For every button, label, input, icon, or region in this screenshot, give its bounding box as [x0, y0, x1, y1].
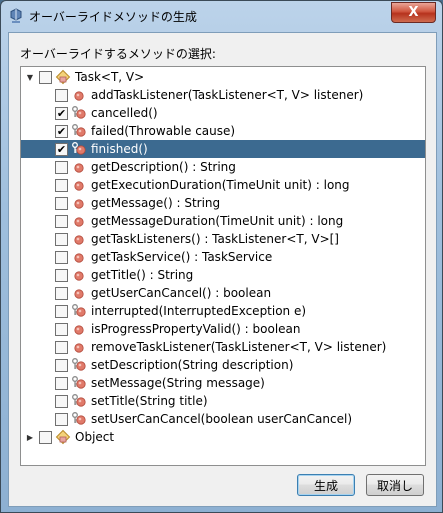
method-checkbox[interactable]: [55, 214, 68, 228]
tree-method-node[interactable]: getTitle() : String: [21, 266, 425, 284]
method-checkbox[interactable]: [55, 160, 68, 174]
method-checkbox[interactable]: ✔: [55, 124, 68, 138]
method-checkbox[interactable]: [55, 232, 68, 246]
method-label: addTaskListener(TaskListener<T, V> liste…: [91, 88, 364, 102]
tree-class-node[interactable]: ▶ Object: [21, 428, 425, 446]
method-select-prompt: オーバーライドするメソッドの選択:: [20, 47, 216, 61]
tree-method-node[interactable]: setTitle(String title): [21, 392, 425, 410]
tree-method-node[interactable]: isProgressPropertyValid() : boolean: [21, 320, 425, 338]
method-checkbox[interactable]: [39, 430, 52, 444]
protected-method-icon: [71, 141, 87, 157]
protected-method-icon: [71, 105, 87, 121]
method-checkbox[interactable]: [55, 286, 68, 300]
tree-method-node[interactable]: getMessage() : String: [21, 194, 425, 212]
method-icon: [71, 285, 87, 301]
method-label: getTaskListeners() : TaskListener<T, V>[…: [91, 232, 339, 246]
method-checkbox[interactable]: [55, 376, 68, 390]
method-icon: [71, 249, 87, 265]
dialog-body: オーバーライドするメソッドの選択: ▼ Task<T, V> addTaskList…: [8, 32, 437, 507]
protected-method-icon: [71, 357, 87, 373]
method-checkbox[interactable]: [55, 340, 68, 354]
method-checkbox[interactable]: ✔: [55, 106, 68, 120]
method-checkbox[interactable]: [55, 250, 68, 264]
method-label: getMessageDuration(TimeUnit unit) : long: [91, 214, 344, 228]
method-icon: [71, 321, 87, 337]
method-label: getExecutionDuration(TimeUnit unit) : lo…: [91, 178, 350, 192]
tree-method-node[interactable]: setUserCanCancel(boolean userCanCancel): [21, 410, 425, 428]
method-checkbox[interactable]: [55, 304, 68, 318]
tree-method-node[interactable]: getDescription() : String: [21, 158, 425, 176]
tree-method-node[interactable]: getUserCanCancel() : boolean: [21, 284, 425, 302]
tree-method-node[interactable]: setDescription(String description): [21, 356, 425, 374]
method-label: removeTaskListener(TaskListener<T, V> li…: [91, 340, 387, 354]
method-checkbox[interactable]: [55, 322, 68, 336]
tree-method-node[interactable]: getExecutionDuration(TimeUnit unit) : lo…: [21, 176, 425, 194]
close-icon: X: [408, 5, 419, 20]
method-tree[interactable]: ▼ Task<T, V> addTaskListener(TaskListener<…: [20, 66, 426, 466]
method-icon: [71, 177, 87, 193]
method-checkbox[interactable]: [55, 88, 68, 102]
window-title: オーバーライドメソッドの生成: [29, 10, 197, 24]
method-label: getTaskService() : TaskService: [91, 250, 273, 264]
dialog-window: オーバーライドメソッドの生成 X オーバーライドするメソッドの選択: ▼ Task…: [0, 0, 443, 513]
collapsed-arrow-icon[interactable]: ▶: [25, 428, 35, 446]
method-label: finished(): [91, 142, 148, 156]
protected-method-icon: [71, 375, 87, 391]
method-icon: [71, 87, 87, 103]
cancel-button[interactable]: 取消し: [366, 474, 424, 496]
tree-method-node[interactable]: setMessage(String message): [21, 374, 425, 392]
tree-method-node[interactable]: interrupted(InterruptedException e): [21, 302, 425, 320]
method-label: getTitle() : String: [91, 268, 194, 282]
method-label: setMessage(String message): [91, 376, 265, 390]
method-label: cancelled(): [91, 106, 158, 120]
tree-method-node[interactable]: getTaskListeners() : TaskListener<T, V>[…: [21, 230, 425, 248]
expanded-arrow-icon[interactable]: ▼: [25, 68, 35, 86]
class-icon: [55, 69, 71, 85]
class-label: Object: [75, 430, 115, 444]
method-checkbox[interactable]: [55, 268, 68, 282]
protected-method-icon: [71, 303, 87, 319]
title-bar[interactable]: オーバーライドメソッドの生成 X: [1, 1, 442, 31]
method-label: failed(Throwable cause): [91, 124, 236, 138]
method-icon: [71, 339, 87, 355]
method-label: setTitle(String title): [91, 394, 208, 408]
method-label: setUserCanCancel(boolean userCanCancel): [91, 412, 352, 426]
method-label: getMessage() : String: [91, 196, 221, 210]
class-icon: [55, 429, 71, 445]
generate-button[interactable]: 生成: [297, 474, 355, 496]
java-cup-icon: [9, 8, 23, 24]
tree-method-node[interactable]: ✔ finished(): [21, 140, 425, 158]
tree-method-node[interactable]: removeTaskListener(TaskListener<T, V> li…: [21, 338, 425, 356]
method-checkbox[interactable]: [55, 196, 68, 210]
method-checkbox[interactable]: [55, 178, 68, 192]
close-button[interactable]: X: [391, 2, 436, 23]
tree-method-node[interactable]: ✔ cancelled(): [21, 104, 425, 122]
method-label: setDescription(String description): [91, 358, 294, 372]
tree-class-node[interactable]: ▼ Task<T, V>: [21, 68, 425, 86]
protected-method-icon: [71, 393, 87, 409]
method-icon: [71, 267, 87, 283]
method-icon: [71, 231, 87, 247]
class-label: Task<T, V>: [75, 70, 145, 84]
method-icon: [71, 195, 87, 211]
method-checkbox[interactable]: [55, 412, 68, 426]
tree-method-node[interactable]: getTaskService() : TaskService: [21, 248, 425, 266]
method-checkbox[interactable]: [55, 358, 68, 372]
method-label: getUserCanCancel() : boolean: [91, 286, 272, 300]
method-label: interrupted(InterruptedException e): [91, 304, 307, 318]
method-icon: [71, 159, 87, 175]
method-label: getDescription() : String: [91, 160, 236, 174]
tree-method-node[interactable]: addTaskListener(TaskListener<T, V> liste…: [21, 86, 425, 104]
method-label: isProgressPropertyValid() : boolean: [91, 322, 301, 336]
tree-method-node[interactable]: getMessageDuration(TimeUnit unit) : long: [21, 212, 425, 230]
method-icon: [71, 213, 87, 229]
tree-method-node[interactable]: ✔ failed(Throwable cause): [21, 122, 425, 140]
method-checkbox[interactable]: ✔: [55, 142, 68, 156]
method-checkbox[interactable]: [55, 394, 68, 408]
method-checkbox[interactable]: [39, 70, 52, 84]
protected-method-icon: [71, 411, 87, 427]
protected-method-icon: [71, 123, 87, 139]
